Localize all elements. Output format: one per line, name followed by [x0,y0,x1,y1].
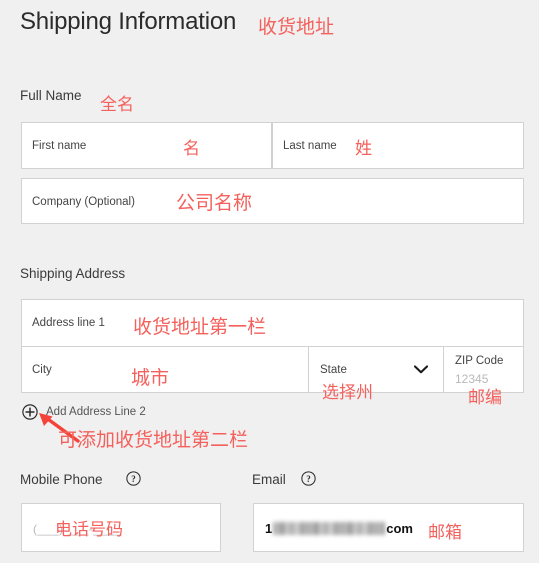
address-line-1-field[interactable]: Address line 1 [22,300,523,346]
svg-text:?: ? [131,474,136,484]
email-label: Email [252,472,286,487]
company-field[interactable]: Company (Optional) [21,178,524,224]
zip-code-field[interactable]: ZIP Code 12345 [444,347,523,392]
first-name-label: First name [32,140,87,152]
question-circle-icon-phone[interactable]: ? [126,471,141,486]
last-name-label: Last name [283,140,337,152]
full-name-section-label: Full Name [20,88,82,103]
zip-code-label: ZIP Code [455,355,504,367]
first-name-field[interactable]: First name [21,122,272,169]
annotation-full-name: 全名 [100,95,134,115]
city-field[interactable]: City [22,347,308,392]
page-title: Shipping Information [20,8,237,35]
circle-plus-icon[interactable] [22,404,38,420]
state-select[interactable]: State [309,347,443,392]
svg-text:?: ? [306,474,311,484]
shipping-address-section-label: Shipping Address [20,266,126,281]
email-input[interactable]: 1 com [253,503,524,552]
email-value: 1 com [265,521,413,536]
question-circle-icon-email[interactable]: ? [301,471,316,486]
shipping-information-form: Shipping Information 收货地址 Full Name 全名 F… [0,0,539,563]
email-value-redacted [273,522,386,535]
company-label: Company (Optional) [32,196,135,208]
mobile-phone-placeholder: (___) ___-____ [33,522,123,536]
annotation-title: 收货地址 [258,16,335,38]
state-label: State [320,364,347,376]
mobile-phone-label: Mobile Phone [20,472,103,487]
last-name-field[interactable]: Last name [272,122,524,169]
zip-code-placeholder: 12345 [455,372,489,386]
address-line-1-label: Address line 1 [32,317,105,329]
mobile-phone-input[interactable]: (___) ___-____ [21,503,221,552]
add-address-line-2-label[interactable]: Add Address Line 2 [46,406,146,418]
annotation-add-address-line-2: 可添加收货地址第二栏 [58,429,249,451]
city-label: City [32,364,52,376]
email-value-prefix: 1 [265,521,273,536]
email-value-suffix: com [386,521,413,536]
chevron-down-icon[interactable] [414,365,428,374]
